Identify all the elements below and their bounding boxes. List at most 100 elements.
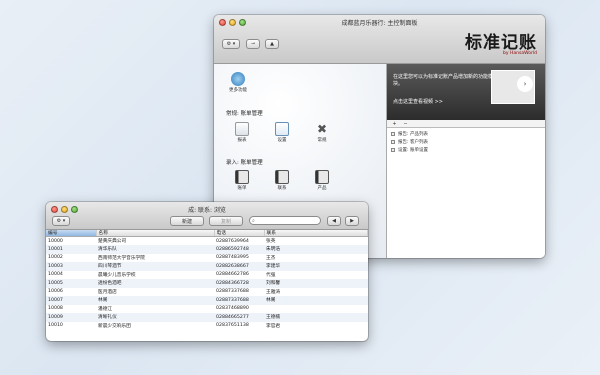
list-item[interactable]: 报告: 产品列表 xyxy=(391,130,541,138)
table-cell: 王雅涛 xyxy=(266,289,281,295)
side-panel: 在这里您可以为标准记账产品增加新的功能模块。 点击这里查看视频 >> › + −… xyxy=(386,64,545,258)
book-icon xyxy=(315,170,329,184)
table-row[interactable]: 10010 新晨少交响乐团 02837651138 李官君 xyxy=(46,322,368,331)
table-cell: 02884366728 xyxy=(214,279,264,288)
entry-item-invoices[interactable]: 账单 xyxy=(230,170,254,191)
table-cell: 西南师范大学音乐学院 xyxy=(98,255,145,261)
play-icon[interactable]: › xyxy=(517,76,533,92)
side-toolbar: + − xyxy=(387,120,545,128)
shortcut-list: 报告: 产品列表 报告: 客户列表 设置: 账单设置 xyxy=(387,128,545,156)
table-row[interactable]: 10006 医月酒店 02887337688 王雅涛 xyxy=(46,288,368,297)
gear-menu-button[interactable]: ⚙ ▾ xyxy=(52,216,70,226)
general-item-settings[interactable]: 设置 xyxy=(270,122,294,143)
list-item-label: 报告: 客户列表 xyxy=(398,140,428,145)
table-row[interactable]: 10009 清晰礼仪 02884665277 王德楠 xyxy=(46,313,368,322)
table-cell: 10003 xyxy=(46,262,96,271)
contacts-browse-window: 成: 联系: 浏览 ⚙ ▾ 新建 复制 ⌕ ◀ ▶ 编号 名称 电话 联系 10… xyxy=(46,202,368,341)
report-icon xyxy=(391,132,395,136)
general-item-label: 报表 xyxy=(237,138,247,143)
table-cell: 10005 xyxy=(46,279,96,288)
table-cell: 10002 xyxy=(48,255,63,261)
more-functions-button[interactable]: 更多功能 xyxy=(226,72,250,93)
table-cell: 10010 xyxy=(48,323,63,329)
entry-item-label: 账单 xyxy=(237,186,247,191)
table-cell: 10008 xyxy=(48,306,63,312)
table-cell: 张英 xyxy=(266,239,276,244)
table-cell: 清晰礼仪 xyxy=(96,313,214,322)
table-cell: 02882638667 xyxy=(214,262,264,271)
list-titlebar: 成: 联系: 浏览 ⚙ ▾ 新建 复制 ⌕ ◀ ▶ xyxy=(46,202,368,230)
table-cell: 10009 xyxy=(46,313,96,322)
table-cell: 刘和馨 xyxy=(264,279,368,288)
table-cell: 四川琴酒节 xyxy=(96,262,214,271)
entry-item-contacts[interactable]: 联系 xyxy=(270,170,294,191)
general-item-common[interactable]: ✖ 常规 xyxy=(310,122,334,143)
table-cell: 02837468890 xyxy=(216,306,249,312)
promo-banner[interactable]: 在这里您可以为标准记账产品增加新的功能模块。 点击这里查看视频 >> › xyxy=(387,64,545,120)
table-cell: 新晨少交响乐团 xyxy=(98,323,131,329)
search-input[interactable]: ⌕ xyxy=(249,216,321,225)
forward-button[interactable]: ▶ xyxy=(345,216,359,226)
contacts-table: 编号 名称 电话 联系 10000 楚黄庆典公司 02887639964 张英 1000… xyxy=(46,230,368,330)
copy-button[interactable]: 复制 xyxy=(209,216,243,226)
new-button[interactable]: 新建 xyxy=(170,216,204,226)
list-item[interactable]: 设置: 账单设置 xyxy=(391,146,541,154)
report-icon xyxy=(391,140,395,144)
settings-icon xyxy=(391,148,395,152)
table-cell: 朱明浩 xyxy=(264,245,368,254)
doc-icon xyxy=(235,122,249,136)
main-window-title: 成都蓝月乐器行: 主控制面板 xyxy=(341,20,418,27)
gear-menu-button[interactable]: ⚙ ▾ xyxy=(222,39,240,49)
list-item-label: 报告: 产品列表 xyxy=(398,132,428,137)
search-icon: ⌕ xyxy=(252,218,255,224)
table-cell: 清华乐队 xyxy=(96,245,214,254)
brand-title: 标准记账 xyxy=(465,33,537,53)
table-cell: 王德楠 xyxy=(264,313,368,322)
table-cell: 楚黄庆典公司 xyxy=(98,239,127,244)
remove-button[interactable]: − xyxy=(401,121,410,127)
table-row[interactable]: 10000 楚黄庆典公司 02887639964 张英 xyxy=(46,237,368,246)
table-row[interactable]: 10002 西南师范大学音乐学院 02887483995 王杰 xyxy=(46,254,368,263)
key-button[interactable]: ⊸ xyxy=(246,39,260,49)
table-row[interactable]: 10005 透纷色酒吧 02884366728 刘和馨 xyxy=(46,279,368,288)
general-item-label: 设置 xyxy=(277,138,287,143)
table-cell: 02887337688 xyxy=(214,296,264,305)
table-row[interactable]: 10007 林阁 02887337688 林阁 xyxy=(46,296,368,305)
book-icon xyxy=(275,170,289,184)
list-window-title: 成: 联系: 浏览 xyxy=(188,207,226,214)
table-cell: 10000 xyxy=(48,238,63,244)
list-item[interactable]: 报告: 客户列表 xyxy=(391,138,541,146)
table-cell: 10007 xyxy=(46,296,96,305)
table-cell: 02887483995 xyxy=(216,255,249,261)
table-cell: 10004 xyxy=(48,272,63,278)
entry-item-products[interactable]: 产品 xyxy=(310,170,334,191)
section-entry-title: 录入: 账单管理 xyxy=(226,160,263,166)
promo-video-link[interactable]: 点击这里查看视频 >> xyxy=(393,98,443,105)
chart-icon xyxy=(275,122,289,136)
tools-icon: ✖ xyxy=(316,122,328,136)
book-icon xyxy=(235,170,249,184)
table-cell: 02884665277 xyxy=(214,313,264,322)
table-cell: 林阁 xyxy=(264,296,368,305)
table-row[interactable]: 10001 清华乐队 02886592748 朱明浩 xyxy=(46,245,368,254)
table-cell: 林阁 xyxy=(96,296,214,305)
add-button[interactable]: + xyxy=(390,121,399,127)
table-cell: 李官君 xyxy=(266,323,281,329)
table-row[interactable]: 10004 晨曦少儿音乐学校 02884662786 代强 xyxy=(46,271,368,280)
table-row[interactable]: 10008 潘德江 02837468890 xyxy=(46,305,368,314)
main-titlebar: 成都蓝月乐器行: 主控制面板 ⚙ ▾ ⊸ ▲ 标准记账 by HansaWorl… xyxy=(214,15,545,64)
table-cell: 02886592748 xyxy=(214,245,264,254)
table-cell: 02884662786 xyxy=(216,272,249,278)
general-item-reports[interactable]: 报表 xyxy=(230,122,254,143)
forward-icon: ▶ xyxy=(350,218,354,224)
table-cell: 医月酒店 xyxy=(98,289,117,295)
table-cell: 李建华 xyxy=(264,262,368,271)
table-cell: 10001 xyxy=(46,245,96,254)
hat-button[interactable]: ▲ xyxy=(265,39,279,49)
table-cell: 王杰 xyxy=(266,255,276,261)
table-body: 10000 楚黄庆典公司 02887639964 张英 10001 清华乐队 0288659… xyxy=(46,237,368,331)
back-button[interactable]: ◀ xyxy=(327,216,341,226)
entry-item-label: 产品 xyxy=(317,186,327,191)
table-row[interactable]: 10003 四川琴酒节 02882638667 李建华 xyxy=(46,262,368,271)
hat-icon: ▲ xyxy=(270,41,274,47)
